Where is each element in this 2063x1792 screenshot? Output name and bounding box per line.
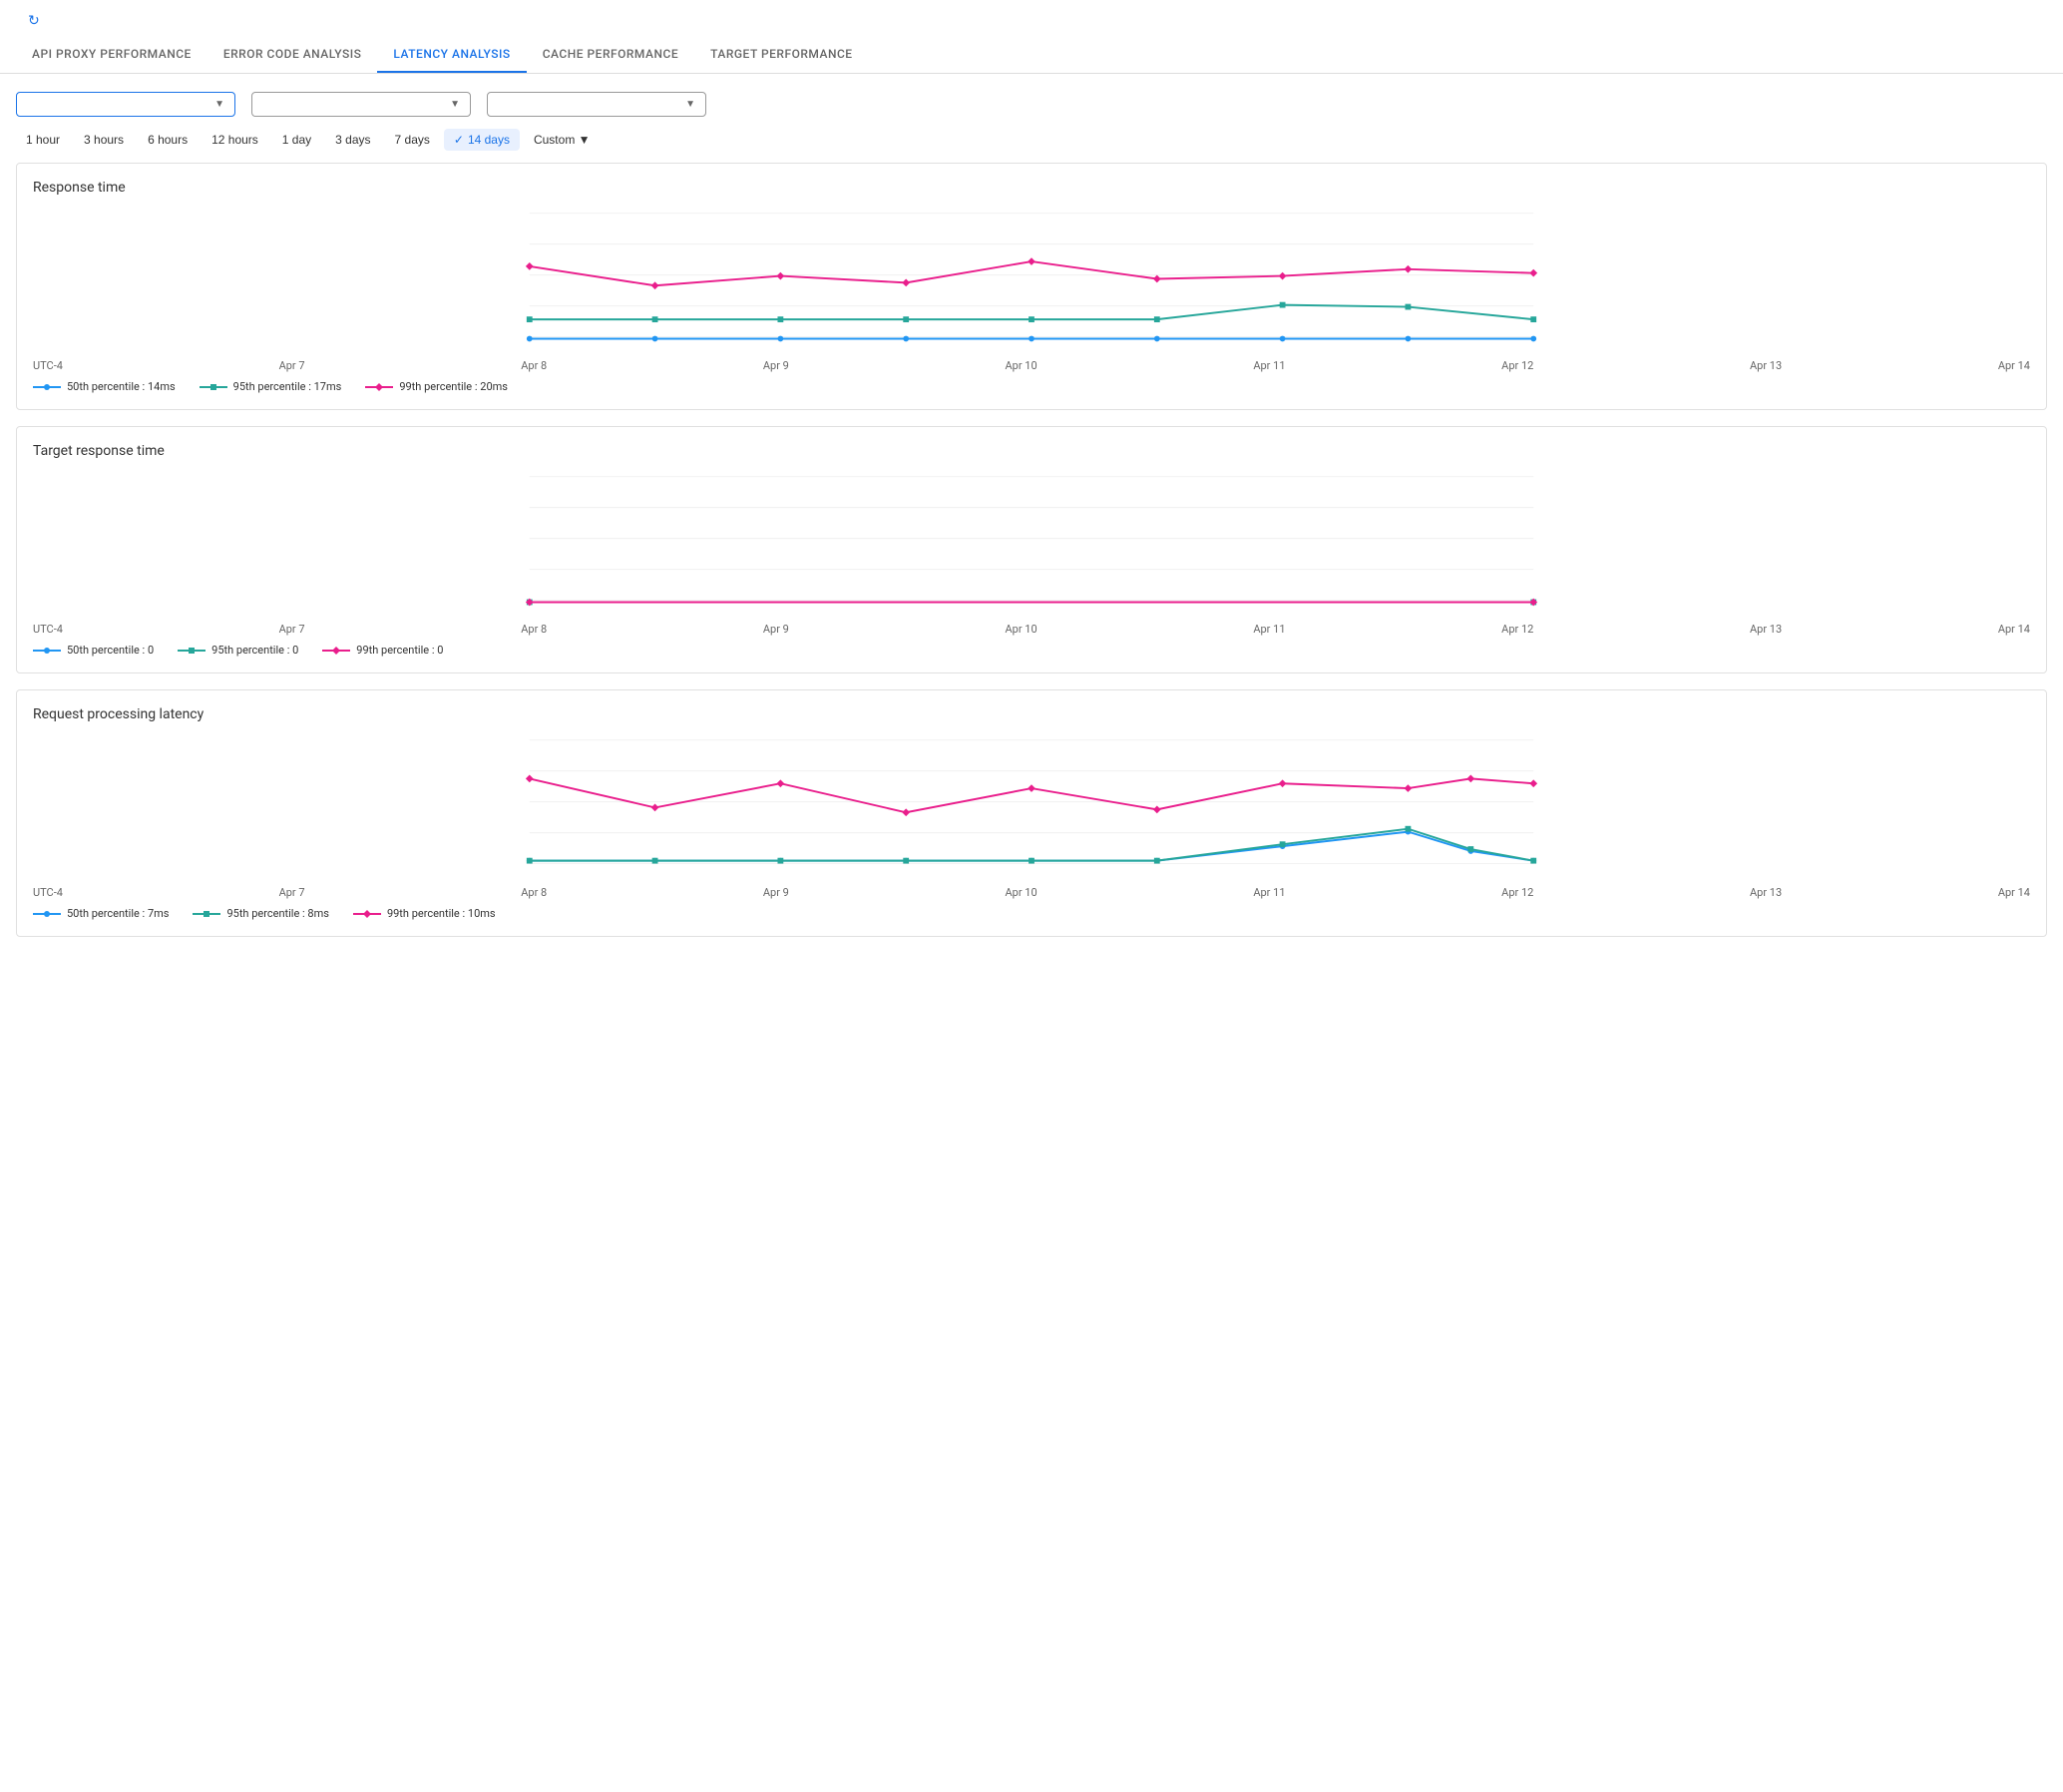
legend-item: 99th percentile : 0: [322, 644, 443, 657]
legend-label: 50th percentile : 14ms: [67, 380, 176, 393]
environment-filter: ▼: [16, 90, 235, 117]
chart-request-processing-latency: Request processing latency UTC-4 Apr 7 Apr …: [16, 689, 2047, 937]
pink-legend-icon: [353, 908, 381, 920]
x-label: Apr 14: [1998, 623, 2030, 636]
legend-item: 99th percentile : 20ms: [365, 380, 508, 393]
x-label: Apr 11: [1253, 623, 1285, 636]
x-axis-response-time: UTC-4 Apr 7 Apr 8 Apr 9 Apr 10 Apr 11 Apr 12 Ap…: [33, 357, 2030, 372]
x-label: Apr 14: [1998, 359, 2030, 372]
chevron-down-icon: ▼: [685, 99, 695, 110]
legend-label: 95th percentile : 0: [211, 644, 298, 657]
x-label: Apr 10: [1006, 623, 1037, 636]
time-btn-7-days[interactable]: 7 days: [385, 129, 440, 151]
x-label: Apr 8: [521, 623, 547, 636]
x-axis-target-response-time: UTC-4 Apr 7 Apr 8 Apr 9 Apr 10 Apr 11 Apr 12 Ap…: [33, 621, 2030, 636]
teal-legend-icon: [178, 645, 206, 657]
x-label: Apr 8: [521, 359, 547, 372]
legend-label: 99th percentile : 10ms: [387, 907, 496, 920]
x-label: Apr 10: [1006, 886, 1037, 899]
legend-label: 50th percentile : 7ms: [67, 907, 169, 920]
x-label: Apr 12: [1501, 359, 1533, 372]
x-label: UTC-4: [33, 359, 63, 372]
tab-latency[interactable]: LATENCY ANALYSIS: [377, 37, 526, 73]
time-btn-3-days[interactable]: 3 days: [325, 129, 380, 151]
legend-label: 95th percentile : 17ms: [233, 380, 342, 393]
refresh-button[interactable]: ↻: [28, 12, 44, 29]
proxy-filter: ▼: [251, 90, 471, 117]
time-btn-1-day[interactable]: 1 day: [272, 129, 321, 151]
time-filters: 1 hour3 hours6 hours12 hours1 day3 days7…: [0, 129, 2063, 163]
legend-label: 99th percentile : 0: [356, 644, 443, 657]
proxy-select[interactable]: ▼: [251, 92, 471, 117]
environment-select[interactable]: ▼: [16, 92, 235, 117]
tabs-container: API PROXY PERFORMANCEERROR CODE ANALYSIS…: [0, 37, 2063, 74]
tab-error-code[interactable]: ERROR CODE ANALYSIS: [207, 37, 378, 73]
chart-response-time: Response time UTC-4 Apr 7 Apr 8 Apr 9 Apr 10 A…: [16, 163, 2047, 410]
region-filter: ▼: [487, 90, 706, 117]
x-label: Apr 9: [763, 359, 789, 372]
time-btn-1-hour[interactable]: 1 hour: [16, 129, 70, 151]
x-axis-request-processing-latency: UTC-4 Apr 7 Apr 8 Apr 9 Apr 10 Apr 11 Apr 12 Ap…: [33, 884, 2030, 899]
chart-title-request-processing-latency: Request processing latency: [33, 706, 2030, 722]
chevron-down-icon: ▼: [450, 99, 460, 110]
x-label: UTC-4: [33, 623, 63, 636]
chart-svg-request-processing-latency: [33, 730, 2030, 880]
custom-time-button[interactable]: Custom ▼: [524, 129, 601, 151]
page-header: ↻: [0, 0, 2063, 29]
blue-legend-icon: [33, 381, 61, 393]
time-btn-3-hours[interactable]: 3 hours: [74, 129, 134, 151]
legend-item: 95th percentile : 8ms: [193, 907, 328, 920]
tab-api-proxy[interactable]: API PROXY PERFORMANCE: [16, 37, 207, 73]
legend-item: 50th percentile : 14ms: [33, 380, 176, 393]
legend-item: 50th percentile : 0: [33, 644, 154, 657]
time-btn-6-hours[interactable]: 6 hours: [138, 129, 198, 151]
x-label: Apr 9: [763, 886, 789, 899]
tab-target[interactable]: TARGET PERFORMANCE: [694, 37, 868, 73]
legend-label: 50th percentile : 0: [67, 644, 154, 657]
x-label: Apr 11: [1253, 359, 1285, 372]
blue-legend-icon: [33, 908, 61, 920]
chart-target-response-time: Target response time UTC-4 Apr 7 Apr 8 Apr 9…: [16, 426, 2047, 673]
x-label: Apr 7: [279, 623, 305, 636]
chart-title-response-time: Response time: [33, 180, 2030, 196]
teal-legend-icon: [200, 381, 227, 393]
legend-item: 50th percentile : 7ms: [33, 907, 169, 920]
x-label: Apr 10: [1006, 359, 1037, 372]
time-btn-14-days[interactable]: ✓ 14 days: [444, 129, 520, 151]
region-select[interactable]: ▼: [487, 92, 706, 117]
chart-svg-response-time: [33, 204, 2030, 353]
legend-request-processing-latency: 50th percentile : 7ms 95th percentile : 8…: [33, 899, 2030, 920]
legend-item: 99th percentile : 10ms: [353, 907, 496, 920]
time-btn-12-hours[interactable]: 12 hours: [202, 129, 268, 151]
chevron-down-icon: ▼: [214, 99, 224, 110]
x-label: Apr 9: [763, 623, 789, 636]
legend-label: 99th percentile : 20ms: [399, 380, 508, 393]
charts-container: Response time UTC-4 Apr 7 Apr 8 Apr 9 Apr 10 A…: [0, 163, 2063, 937]
x-label: Apr 13: [1750, 623, 1782, 636]
legend-label: 95th percentile : 8ms: [226, 907, 328, 920]
x-label: Apr 12: [1501, 623, 1533, 636]
blue-legend-icon: [33, 645, 61, 657]
tab-cache[interactable]: CACHE PERFORMANCE: [527, 37, 694, 73]
x-label: Apr 12: [1501, 886, 1533, 899]
legend-item: 95th percentile : 0: [178, 644, 298, 657]
pink-legend-icon: [322, 645, 350, 657]
filters-container: ▼ ▼ ▼: [0, 74, 2063, 129]
x-label: Apr 14: [1998, 886, 2030, 899]
legend-response-time: 50th percentile : 14ms 95th percentile : …: [33, 372, 2030, 393]
teal-legend-icon: [193, 908, 220, 920]
x-label: Apr 11: [1253, 886, 1285, 899]
refresh-icon: ↻: [28, 12, 40, 29]
chart-title-target-response-time: Target response time: [33, 443, 2030, 459]
x-label: Apr 8: [521, 886, 547, 899]
x-label: UTC-4: [33, 886, 63, 899]
pink-legend-icon: [365, 381, 393, 393]
chart-svg-target-response-time: [33, 467, 2030, 617]
x-label: Apr 7: [279, 886, 305, 899]
x-label: Apr 13: [1750, 886, 1782, 899]
legend-target-response-time: 50th percentile : 0 95th percentile : 0 99…: [33, 636, 2030, 657]
x-label: Apr 7: [279, 359, 305, 372]
x-label: Apr 13: [1750, 359, 1782, 372]
legend-item: 95th percentile : 17ms: [200, 380, 342, 393]
